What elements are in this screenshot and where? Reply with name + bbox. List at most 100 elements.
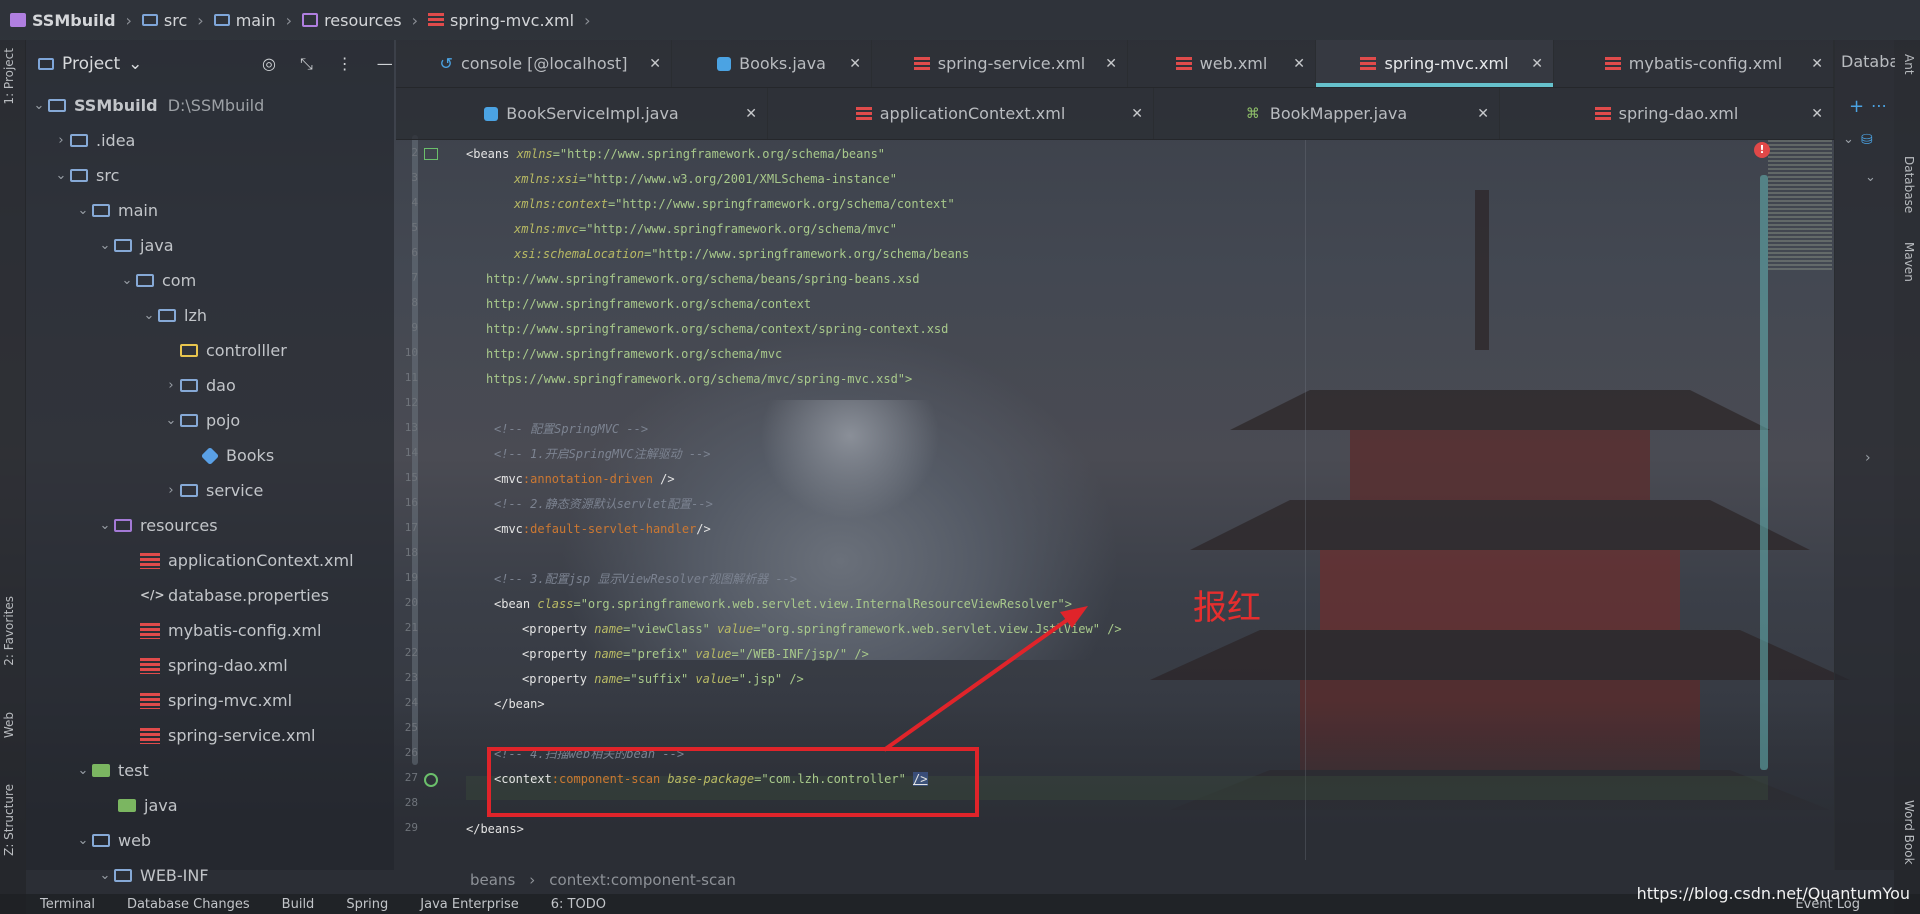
- tab-books-java[interactable]: Books.java ✕: [672, 40, 872, 87]
- tree-item-com[interactable]: ⌄ com: [26, 263, 394, 298]
- spring-button[interactable]: Spring: [346, 897, 388, 912]
- tree-item-java[interactable]: ⌄ java: [26, 228, 394, 263]
- tab-spring-mvc[interactable]: spring-mvc.xml ✕: [1316, 40, 1554, 87]
- editor-scrollbar[interactable]: [1760, 175, 1768, 770]
- close-icon[interactable]: ✕: [1293, 56, 1305, 72]
- close-icon[interactable]: ✕: [745, 106, 757, 122]
- close-icon[interactable]: ✕: [649, 56, 661, 72]
- more-icon[interactable]: ⋯: [1871, 96, 1887, 115]
- chevron-down-icon[interactable]: ⌄: [1865, 170, 1876, 185]
- nav-crumb-src[interactable]: src: [141, 11, 187, 30]
- build-button[interactable]: Build: [282, 897, 315, 912]
- breadcrumb-component-scan[interactable]: context:component-scan: [549, 871, 736, 889]
- chevron-down-icon[interactable]: ⌄: [74, 833, 92, 848]
- chevron-down-icon[interactable]: ⌄: [96, 518, 114, 533]
- tab-mybatis-config[interactable]: mybatis-config.xml ✕: [1554, 40, 1834, 87]
- locate-icon[interactable]: ◎: [262, 54, 276, 74]
- code-line: <property name="suffix" value=".jsp" />: [522, 672, 804, 686]
- tree-item-ssmbuild[interactable]: ⌄ SSMbuild D:\SSMbuild: [26, 88, 394, 123]
- close-icon[interactable]: ✕: [1811, 56, 1823, 72]
- tree-item-web[interactable]: ⌄ web: [26, 823, 394, 858]
- tree-item-service[interactable]: › service: [26, 473, 394, 508]
- hide-icon[interactable]: —: [377, 54, 393, 74]
- chevron-down-icon[interactable]: ⌄: [96, 868, 114, 883]
- tab-web-xml[interactable]: web.xml ✕: [1128, 40, 1316, 87]
- chevron-right-icon[interactable]: ›: [1865, 450, 1871, 466]
- tool-tab-maven[interactable]: Maven: [1902, 242, 1916, 282]
- chevron-down-icon[interactable]: ⌄: [74, 763, 92, 778]
- chevron-down-icon[interactable]: ⌄: [162, 413, 180, 428]
- tree-item-controlller[interactable]: controlller: [26, 333, 394, 368]
- tool-tab-ant[interactable]: Ant: [1902, 54, 1916, 75]
- tree-item-main[interactable]: ⌄ main: [26, 193, 394, 228]
- chevron-down-icon[interactable]: ⌄: [1843, 132, 1854, 147]
- tool-tab-structure[interactable]: Z: Structure: [2, 784, 16, 856]
- line-number: 9: [411, 321, 418, 334]
- chevron-down-icon[interactable]: ⌄: [30, 98, 48, 113]
- tree-item-lzh[interactable]: ⌄ lzh: [26, 298, 394, 333]
- database-changes-button[interactable]: Database Changes: [127, 897, 250, 912]
- chevron-down-icon[interactable]: ⌄: [52, 168, 70, 183]
- nav-crumb-project[interactable]: SSMbuild: [10, 11, 116, 30]
- code-line: <beans xmlns="http://www.springframework…: [466, 147, 886, 161]
- close-icon[interactable]: ✕: [1811, 106, 1823, 122]
- code-comment: <!-- 3.配置jsp 显示ViewResolver视图解析器 -->: [494, 572, 798, 586]
- collapse-all-icon[interactable]: ⤡: [300, 54, 313, 74]
- tool-tab-favorites[interactable]: 2: Favorites: [2, 596, 16, 666]
- tree-item-idea[interactable]: › .idea: [26, 123, 394, 158]
- terminal-button[interactable]: Terminal: [40, 897, 95, 912]
- close-icon[interactable]: ✕: [1477, 106, 1489, 122]
- chevron-down-icon[interactable]: ⌄: [140, 308, 158, 323]
- chevron-right-icon[interactable]: ›: [162, 378, 180, 393]
- close-icon[interactable]: ✕: [1531, 56, 1543, 72]
- error-indicator-icon[interactable]: !: [1754, 142, 1770, 158]
- tree-item-dao[interactable]: › dao: [26, 368, 394, 403]
- spring-gutter-icon[interactable]: [424, 773, 438, 787]
- tool-tab-web[interactable]: Web: [2, 712, 16, 738]
- tree-item-applicationcontext[interactable]: applicationContext.xml: [26, 543, 394, 578]
- tree-item-mybatis-config[interactable]: mybatis-config.xml: [26, 613, 394, 648]
- tree-item-src[interactable]: ⌄ src: [26, 158, 394, 193]
- code-minimap[interactable]: [1768, 140, 1832, 270]
- chevron-down-icon[interactable]: ⌄: [128, 54, 142, 74]
- tree-item-books[interactable]: Books: [26, 438, 394, 473]
- todo-button[interactable]: 6: TODO: [551, 897, 606, 912]
- project-view-selector[interactable]: Project: [62, 54, 120, 74]
- tree-item-spring-dao[interactable]: spring-dao.xml: [26, 648, 394, 683]
- chevron-down-icon[interactable]: ⌄: [118, 273, 136, 288]
- bean-gutter-icon[interactable]: [424, 148, 438, 160]
- tree-item-test[interactable]: ⌄ test: [26, 753, 394, 788]
- tab-spring-dao[interactable]: spring-dao.xml ✕: [1500, 88, 1834, 139]
- chevron-right-icon[interactable]: ›: [162, 483, 180, 498]
- editor-gutter: 2 3 4 5 6 7 8 9 10 11 12 13 14 15 16 17 …: [396, 140, 456, 860]
- tab-bookmapper[interactable]: ⌘ BookMapper.java ✕: [1154, 88, 1500, 139]
- tree-item-test-java[interactable]: java: [26, 788, 394, 823]
- tab-applicationcontext[interactable]: applicationContext.xml ✕: [768, 88, 1154, 139]
- options-icon[interactable]: ⋮: [337, 54, 353, 74]
- tree-item-resources[interactable]: ⌄ resources: [26, 508, 394, 543]
- chevron-right-icon[interactable]: ›: [52, 133, 70, 148]
- tree-item-web-inf[interactable]: ⌄ WEB-INF: [26, 858, 394, 893]
- chevron-down-icon[interactable]: ⌄: [96, 238, 114, 253]
- tree-item-database-properties[interactable]: </> database.properties: [26, 578, 394, 613]
- chevron-down-icon[interactable]: ⌄: [74, 203, 92, 218]
- close-icon[interactable]: ✕: [1105, 56, 1117, 72]
- tree-item-spring-mvc[interactable]: spring-mvc.xml: [26, 683, 394, 718]
- java-enterprise-button[interactable]: Java Enterprise: [420, 897, 518, 912]
- tab-console[interactable]: ↺ console [@localhost] ✕: [396, 40, 672, 87]
- tool-tab-word-book[interactable]: Word Book: [1902, 800, 1916, 865]
- close-icon[interactable]: ✕: [849, 56, 861, 72]
- close-icon[interactable]: ✕: [1131, 106, 1143, 122]
- tool-tab-database[interactable]: Database: [1902, 156, 1916, 213]
- nav-crumb-file[interactable]: spring-mvc.xml: [428, 11, 574, 30]
- tree-item-pojo[interactable]: ⌄ pojo: [26, 403, 394, 438]
- tab-spring-service[interactable]: spring-service.xml ✕: [872, 40, 1128, 87]
- tree-item-spring-service[interactable]: spring-service.xml: [26, 718, 394, 753]
- tab-bookserviceimpl[interactable]: BookServiceImpl.java ✕: [396, 88, 768, 139]
- breadcrumb-beans[interactable]: beans: [470, 871, 515, 889]
- nav-crumb-main[interactable]: main: [213, 11, 276, 30]
- add-icon[interactable]: +: [1849, 96, 1864, 117]
- tool-tab-project[interactable]: 1: Project: [2, 48, 16, 105]
- nav-crumb-resources[interactable]: resources: [302, 11, 402, 30]
- chevron-right-icon: ›: [285, 10, 293, 30]
